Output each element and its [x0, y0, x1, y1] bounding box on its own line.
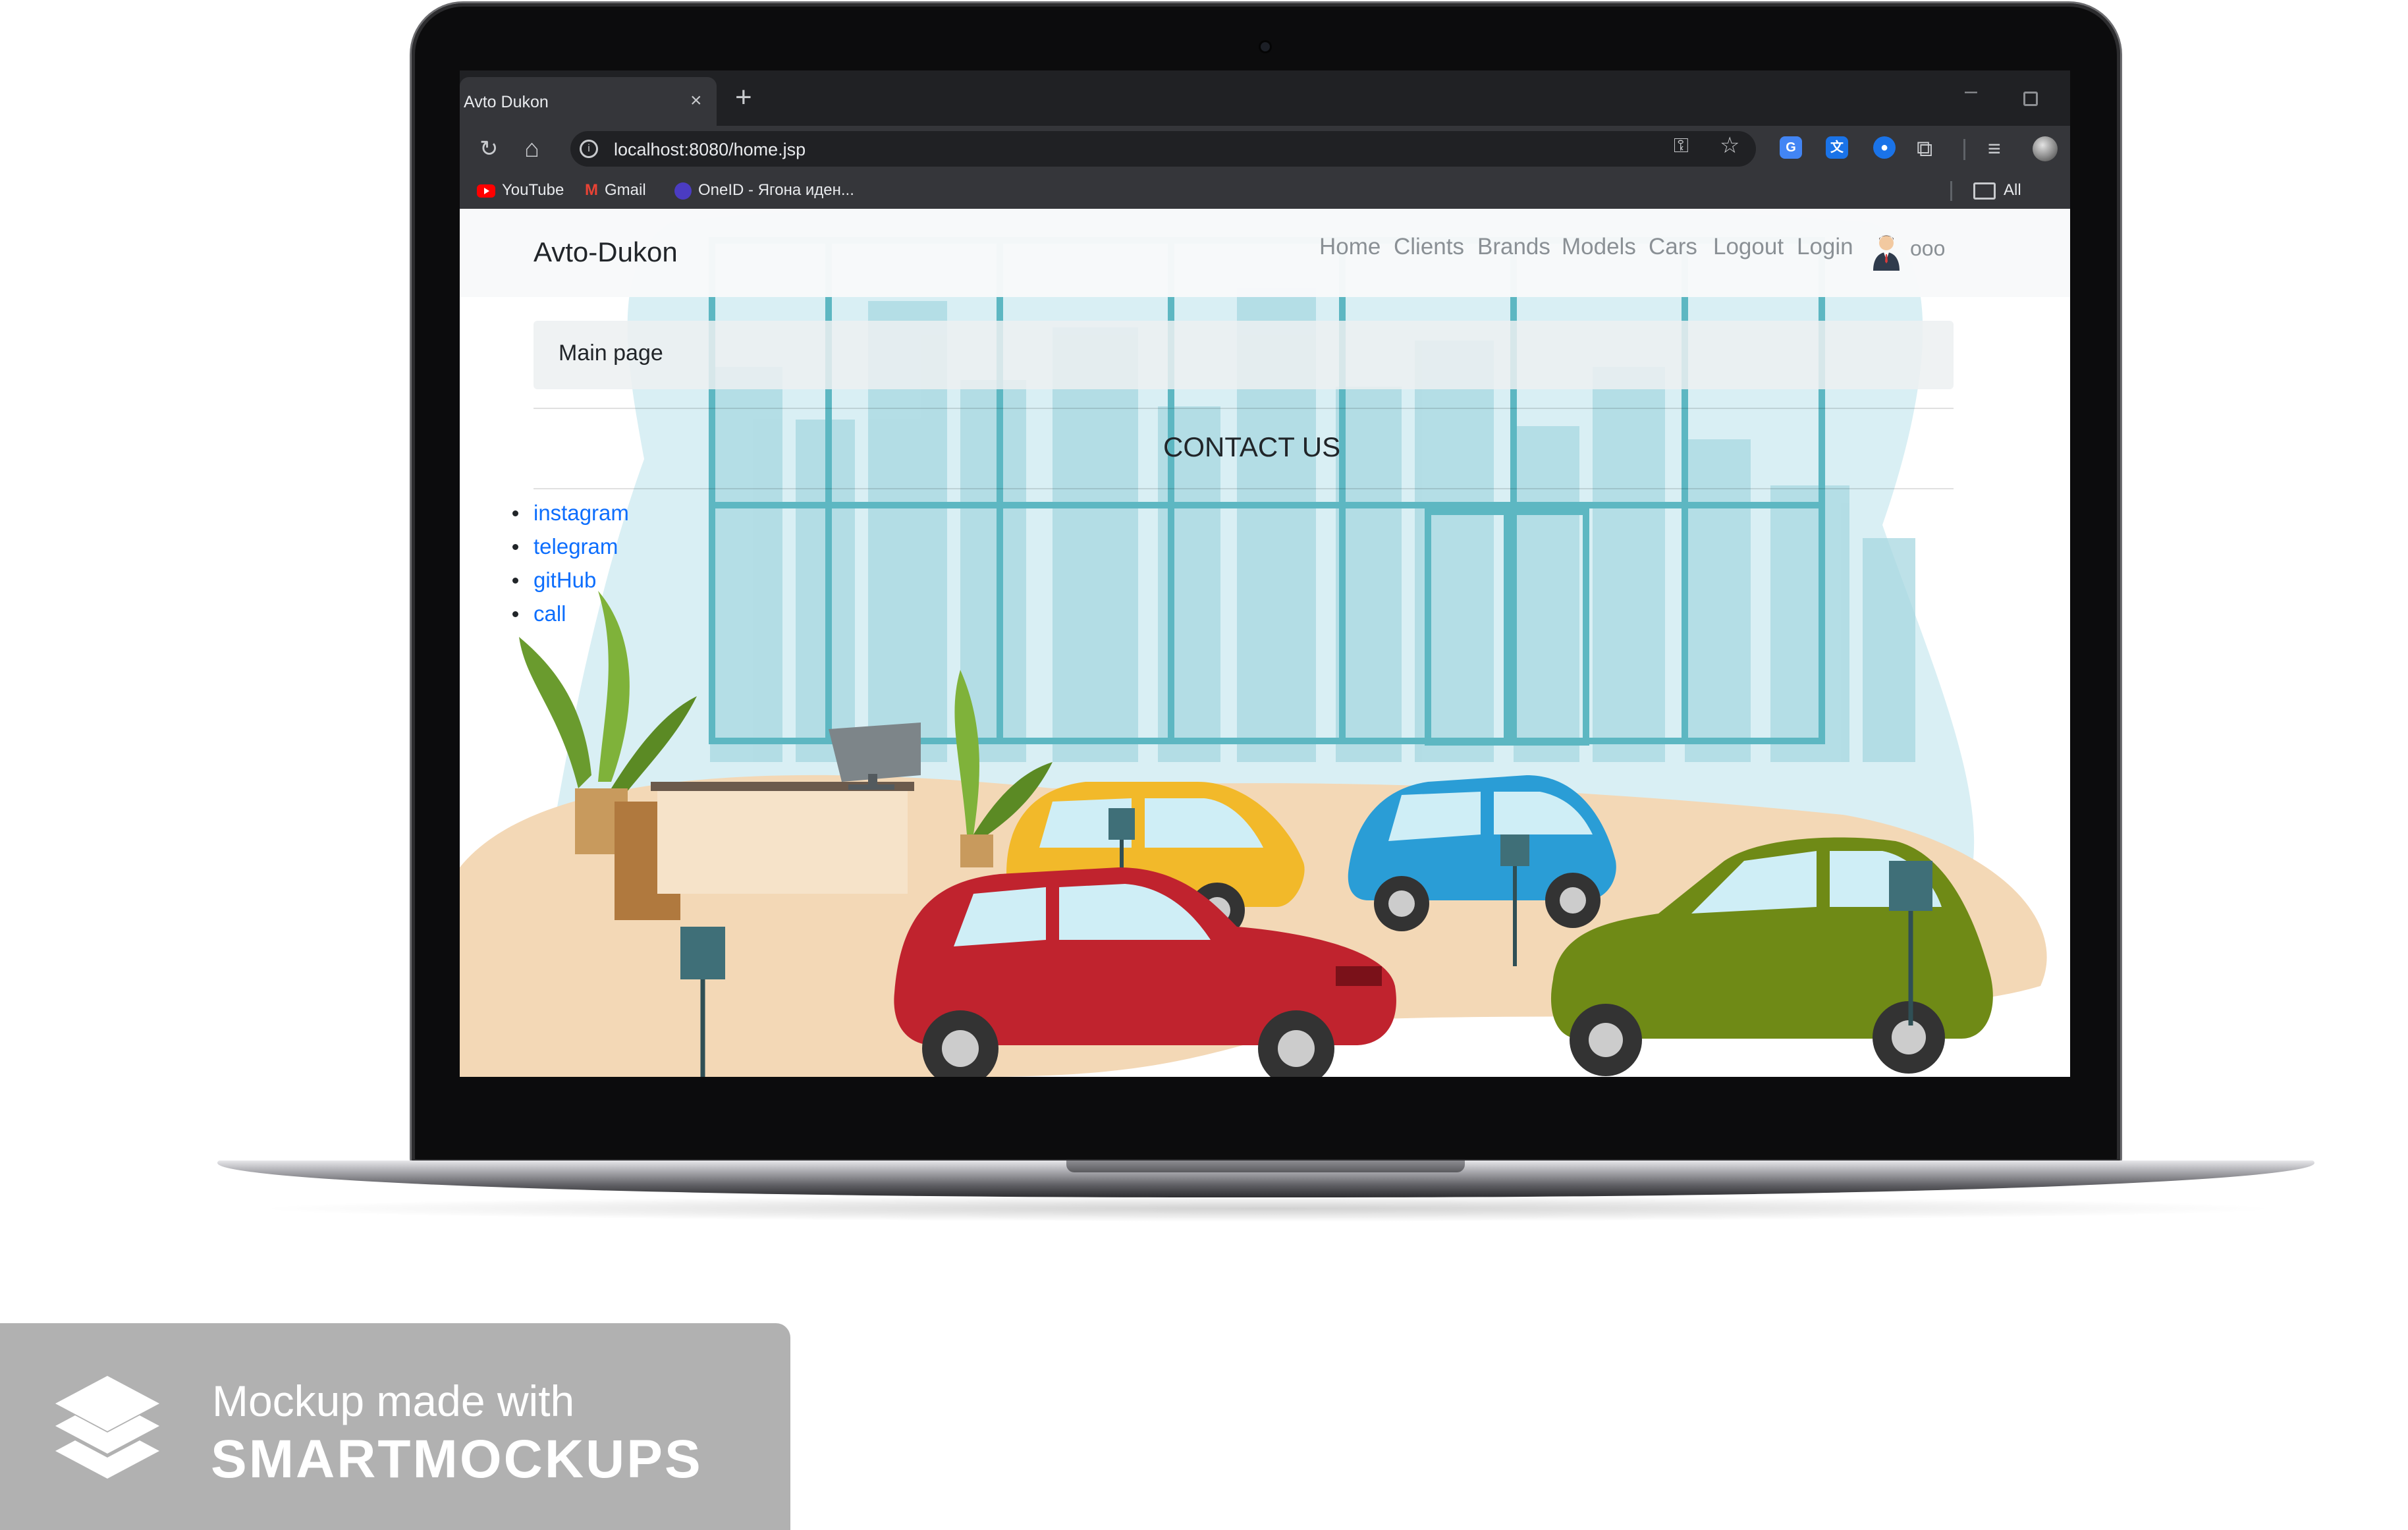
divider: [534, 488, 1954, 489]
laptop-hinge-notch: [1066, 1161, 1465, 1172]
mockup-watermark: Mockup made with SMARTMOCKUPS: [0, 1323, 790, 1530]
nav-link-brands[interactable]: Brands: [1477, 234, 1550, 260]
bookmark-oneid[interactable]: OneID - Ягона иден...: [674, 172, 854, 209]
password-key-icon[interactable]: ⚿: [1674, 135, 1689, 157]
extensions-puzzle-icon[interactable]: ⧉: [1917, 126, 1932, 172]
tab-close-icon[interactable]: ×: [690, 90, 702, 112]
laptop-screen: Avto Dukon × + – ↻ ⌂ i localhost:8080/ho…: [460, 70, 2070, 1077]
bookmarks-bar: YouTube M Gmail OneID - Ягона иден... All…: [460, 172, 2070, 236]
list-item: instagram: [512, 496, 629, 530]
contact-link-github[interactable]: gitHub: [534, 568, 596, 592]
watermark-brand: SMARTMOCKUPS: [211, 1429, 703, 1489]
toolbar-separator: [1963, 139, 1965, 160]
reading-list-icon[interactable]: ≡: [1988, 126, 2001, 172]
contact-links-list: instagram telegram gitHub call: [512, 496, 629, 630]
youtube-icon: [477, 184, 495, 198]
divider: [534, 408, 1954, 409]
site-navbar: Avto-Dukon Home Clients Brands Models Ca…: [460, 209, 2070, 297]
nav-link-models[interactable]: Models: [1562, 234, 1636, 260]
bookmark-youtube[interactable]: YouTube: [477, 172, 564, 209]
browser-tab-strip: Avto Dukon × + –: [460, 70, 2070, 126]
site-brand[interactable]: Avto-Dukon: [534, 236, 678, 268]
browser-toolbar: ↻ ⌂ i localhost:8080/home.jsp ⚿ ☆ G 文 ● …: [460, 126, 2070, 172]
oneid-icon: [674, 182, 692, 200]
contact-link-call[interactable]: call: [534, 601, 566, 626]
nav-username[interactable]: ooo: [1910, 236, 1945, 261]
laptop-shadow: [250, 1195, 2285, 1222]
bookmarks-separator: [1950, 181, 1952, 201]
web-page: Avto-Dukon Home Clients Brands Models Ca…: [460, 209, 2070, 1077]
breadcrumb: Main page: [534, 321, 1954, 389]
new-tab-icon[interactable]: +: [735, 81, 752, 114]
minimize-icon[interactable]: –: [1965, 78, 1977, 104]
folder-icon: [1973, 182, 1996, 200]
nav-link-logout[interactable]: Logout: [1713, 234, 1784, 260]
translate-alt-extension-icon[interactable]: 文: [1826, 136, 1848, 159]
list-item: gitHub: [512, 563, 629, 597]
site-info-icon[interactable]: i: [580, 140, 598, 158]
reload-icon[interactable]: ↻: [479, 126, 499, 172]
watermark-caption: Mockup made with: [212, 1377, 575, 1425]
list-item: call: [512, 597, 629, 630]
user-avatar-icon[interactable]: [1869, 232, 1903, 272]
home-icon[interactable]: ⌂: [524, 126, 539, 172]
address-bar[interactable]: i localhost:8080/home.jsp ⚿ ☆: [570, 131, 1756, 167]
browser-profile-avatar[interactable]: [2033, 136, 2058, 161]
browser-tab-active[interactable]: Avto Dukon ×: [460, 77, 717, 126]
list-item: telegram: [512, 530, 629, 563]
laptop-base: [217, 1161, 2314, 1197]
breadcrumb-current: Main page: [559, 341, 663, 366]
restore-icon[interactable]: [2023, 92, 2038, 106]
contact-link-telegram[interactable]: telegram: [534, 534, 618, 559]
tab-title: Avto Dukon: [464, 93, 549, 111]
nav-link-cars[interactable]: Cars: [1649, 234, 1697, 260]
contact-heading: CONTACT US: [1163, 431, 1341, 462]
translate-extension-icon[interactable]: G: [1780, 136, 1802, 159]
nav-link-home[interactable]: Home: [1319, 234, 1381, 260]
camera-icon: [1261, 42, 1270, 51]
contact-link-instagram[interactable]: instagram: [534, 501, 629, 525]
video-extension-icon[interactable]: ●: [1873, 136, 1896, 159]
nav-link-clients[interactable]: Clients: [1394, 234, 1464, 260]
bookmark-star-icon[interactable]: ☆: [1720, 132, 1739, 159]
all-bookmarks-folder[interactable]: All Bookm: [1973, 172, 2070, 236]
gmail-icon: M: [585, 181, 598, 199]
bookmark-gmail[interactable]: M Gmail: [585, 172, 646, 209]
nav-link-login[interactable]: Login: [1797, 234, 1853, 260]
address-url[interactable]: localhost:8080/home.jsp: [614, 140, 806, 160]
layers-logo-icon: [55, 1376, 159, 1479]
